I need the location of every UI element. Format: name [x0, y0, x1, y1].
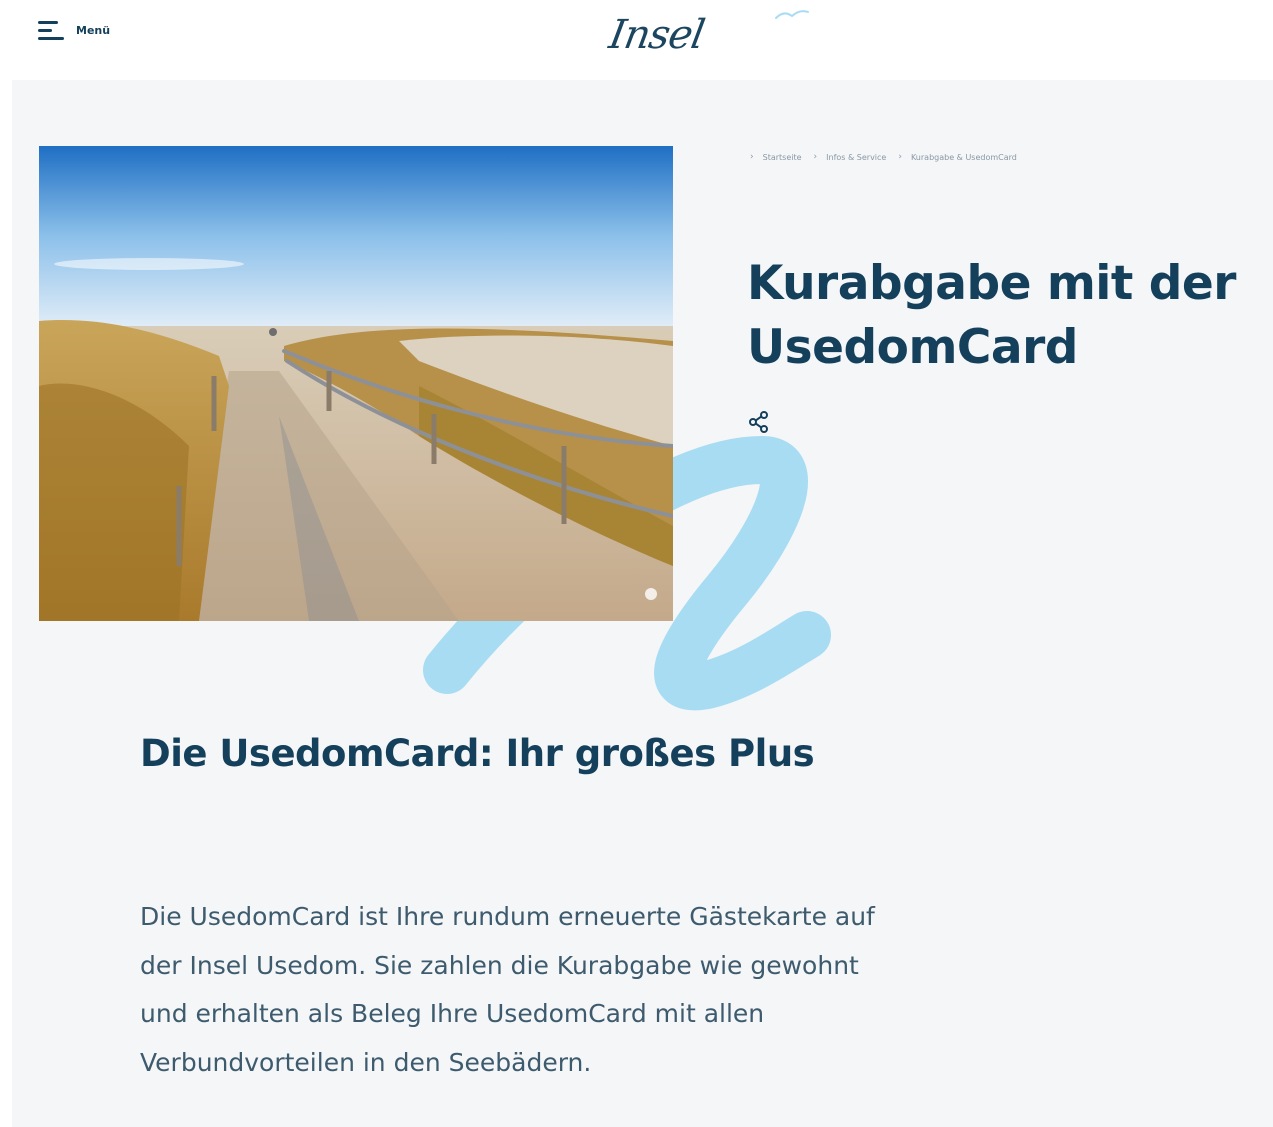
chevron-right-icon: › — [813, 152, 818, 162]
chevron-right-icon: › — [898, 152, 902, 162]
menu-button[interactable]: Menü — [38, 18, 110, 42]
seagull-icon — [775, 10, 809, 19]
breadcrumb-item-current[interactable]: Kurabgabe & UsedomCard — [911, 153, 1017, 162]
page-title: Kurabgabe mit der UsedomCard — [747, 256, 1236, 375]
site-header: Menü Insel Usedom — [0, 0, 1273, 124]
hero-image — [39, 146, 673, 621]
breadcrumb-item-infos-service[interactable]: Infos & Service — [826, 153, 886, 162]
site-logo[interactable]: Insel Usedom — [594, 2, 818, 124]
main-content: › Startseite › Infos & Service › Kurabga… — [12, 80, 1273, 1127]
intro-paragraph: Die UsedomCard ist Ihre rundum erneuerte… — [140, 902, 875, 1077]
breadcrumb: › Startseite › Infos & Service › Kurabga… — [750, 152, 1029, 162]
breadcrumb-item-home[interactable]: Startseite — [763, 153, 802, 162]
hamburger-icon — [38, 18, 66, 42]
menu-label: Menü — [76, 23, 111, 37]
copyright-icon — [645, 588, 657, 600]
chevron-right-icon: › — [750, 152, 754, 162]
